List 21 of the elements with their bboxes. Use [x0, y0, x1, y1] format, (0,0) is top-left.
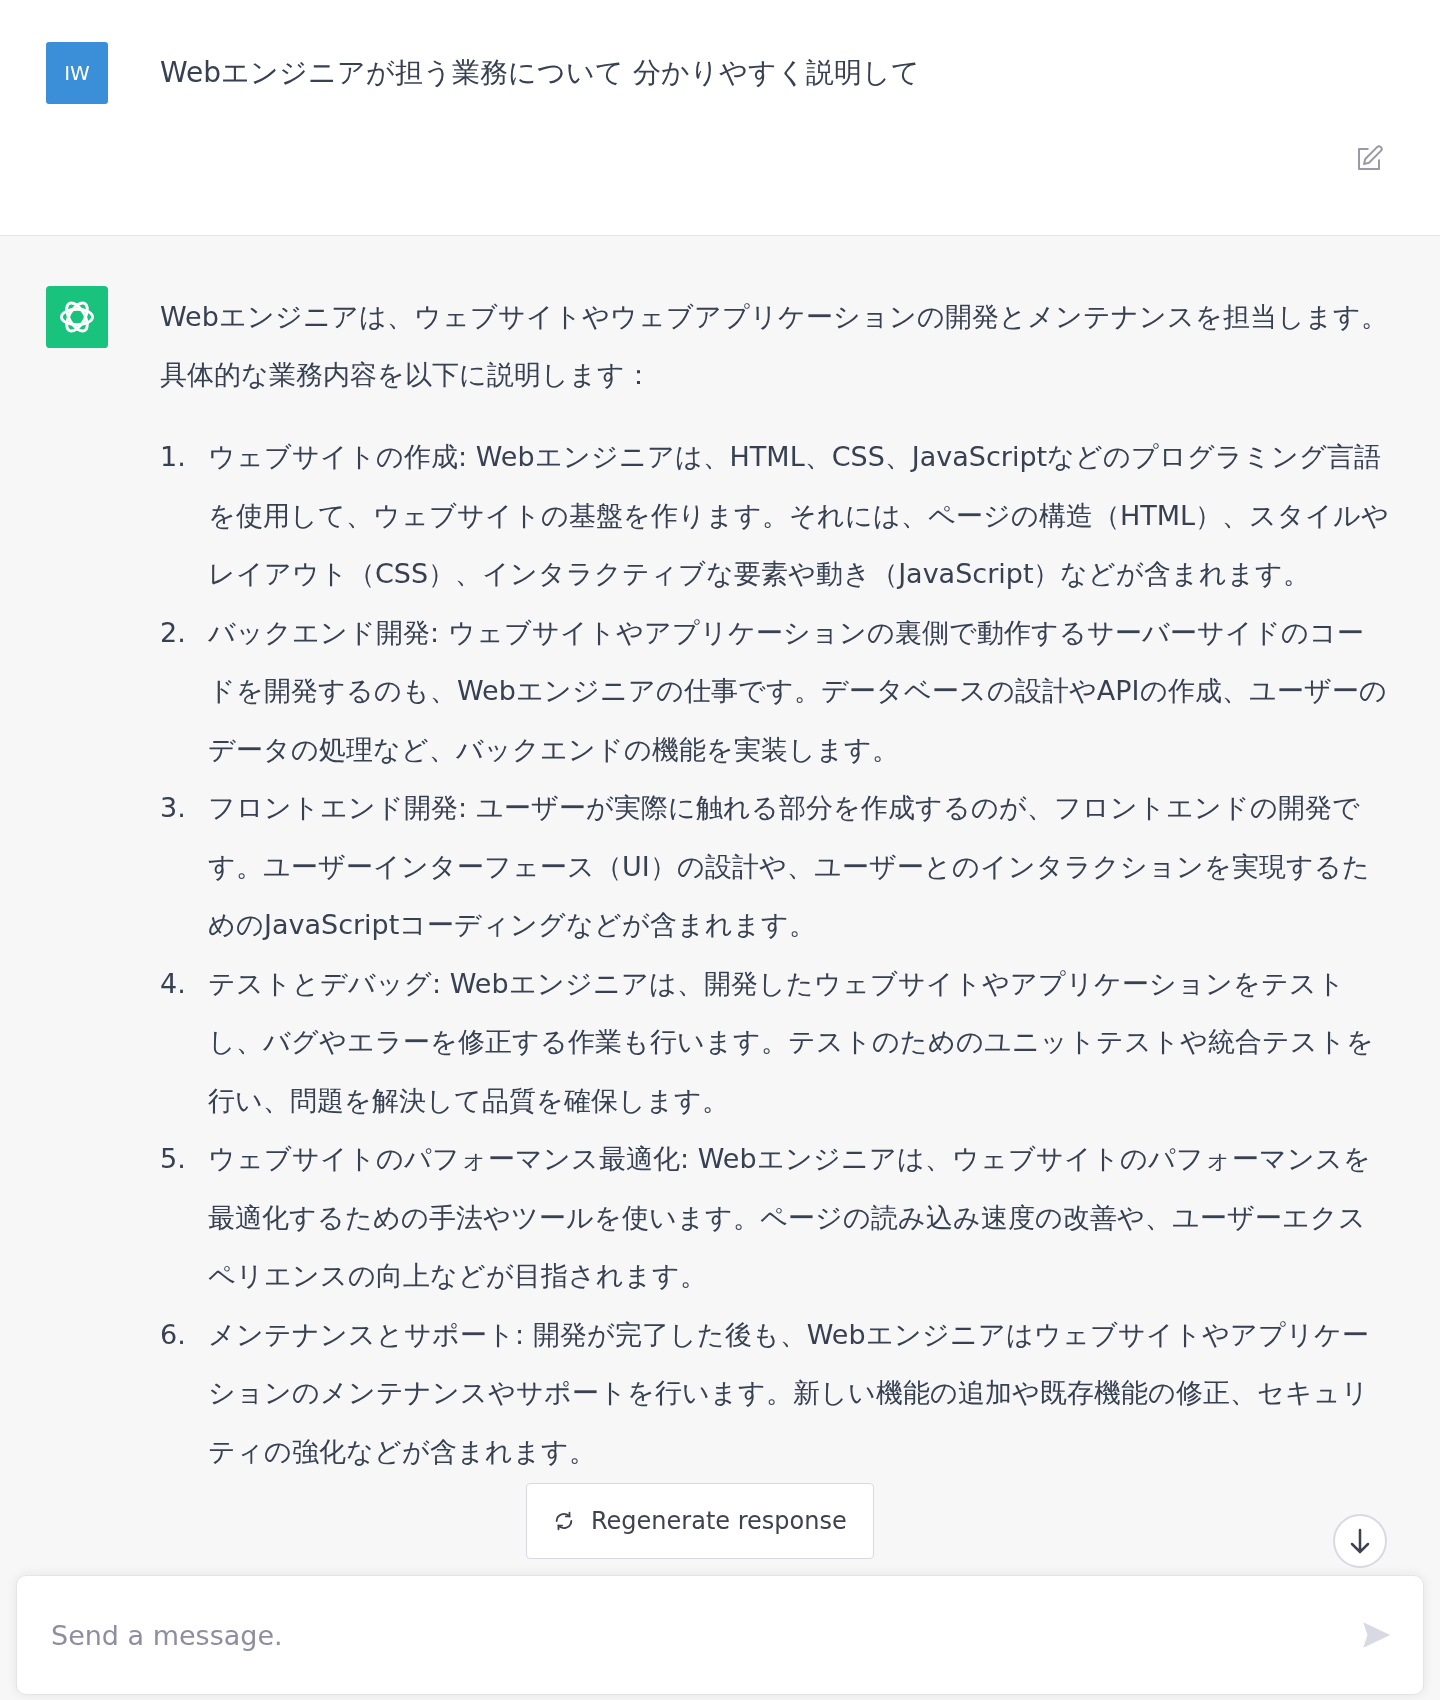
list-number: 6. — [160, 1317, 187, 1352]
message-input[interactable]: Send a message. — [49, 1618, 1359, 1652]
user-message: Webエンジニアが担う業務について 分かりやすく説明して — [160, 55, 920, 91]
assistant-intro: Webエンジニアは、ウェブサイトやウェブアプリケーションの開発とメンテナンスを担当します。具体的な業務内容を以下に説明します： — [160, 300, 1389, 392]
assistant-logo-icon — [46, 286, 108, 348]
message-field[interactable]: Send a message. — [16, 1575, 1424, 1695]
list-number: 4. — [160, 966, 187, 1001]
list-item-text: バックエンド開発: ウェブサイトやアプリケーションの裏側で動作するサーバーサイドのコードを開発するのも、Webエンジニアの仕事です。データベースの設計やAPIの作成、ユーザーのデータの処理など、バックエンドの機能を実装します。 — [208, 615, 1388, 767]
list-item-text: ウェブサイトの作成: Webエンジニアは、HTML、CSS、JavaScriptなどのプログラミング言語を使用して、ウェブサイトの基盤を作ります。それには、ページの構造（HTML）、スタイルやレイアウト（CSS）、インタラクティブな要素や動き（JavaScript）などが含まれます。 — [208, 440, 1390, 591]
list-number: 3. — [160, 791, 187, 825]
user-avatar: IW — [46, 42, 108, 104]
list-number: 1. — [160, 440, 187, 474]
refresh-icon — [553, 1510, 575, 1532]
list-number: 5. — [160, 1142, 187, 1176]
scroll-down-icon[interactable] — [1332, 1513, 1388, 1569]
list-item-text: ウェブサイトのパフォーマンス最適化: Webエンジニアは、ウェブサイトのパフォーマンスを最適化するための手法やツールを使います。ページの読み込み速度の改善や、ユーザーエクスペリエンスの向上などが目指されます。 — [208, 1142, 1372, 1293]
list-item-text: メンテナンスとサポート: 開発が完了した後も、Webエンジニアはウェブサイトやアプリケーションのメンテナンスやサポートを行います。新しい機能の追加や既存機能の修正、セキュリティの強化などが含まれます。 — [208, 1317, 1370, 1469]
regenerate-button[interactable]: Regenerate response — [526, 1483, 874, 1559]
list-item-text: テストとデバッグ: Webエンジニアは、開発したウェブサイトやアプリケーションをテストし、バグやエラーを修正する作業も行います。テストのためのユニットテストや統合テストを行い、問題を解決して品質を確保します。 — [208, 966, 1375, 1118]
list-number: 2. — [160, 615, 187, 650]
list-item-text: フロントエンド開発: ユーザーが実際に触れる部分を作成するのが、フロントエンドの開発です。ユーザーインターフェース（UI）の設計や、ユーザーとのインタラクションを実現するためのJavaScriptコーディングなどが含まれます。 — [208, 791, 1371, 942]
